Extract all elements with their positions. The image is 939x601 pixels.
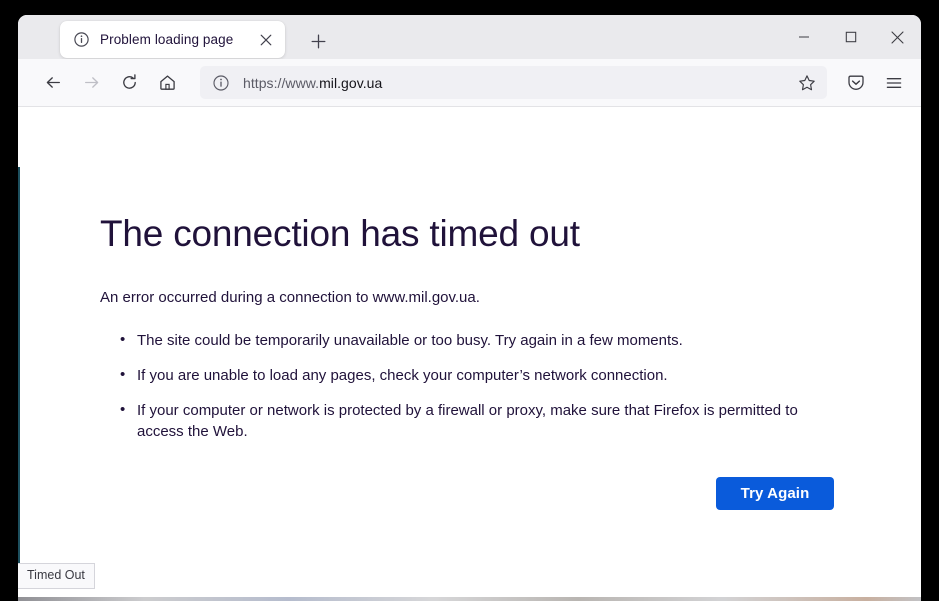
- forward-button[interactable]: [74, 66, 108, 100]
- minimize-button[interactable]: [780, 15, 827, 59]
- info-circle-icon[interactable]: [212, 74, 230, 92]
- error-page: The connection has timed out An error oc…: [100, 107, 845, 511]
- tab-title: Problem loading page: [100, 32, 234, 47]
- close-icon[interactable]: [256, 30, 276, 50]
- home-button[interactable]: [150, 66, 184, 100]
- back-button[interactable]: [36, 66, 70, 100]
- clipped-content-strip: [18, 597, 921, 601]
- browser-window: Problem loading page https://www.mil.gov…: [18, 15, 921, 601]
- hamburger-menu-icon[interactable]: [877, 66, 911, 100]
- url-input[interactable]: https://www.mil.gov.ua: [243, 75, 795, 91]
- reload-button[interactable]: [112, 66, 146, 100]
- window-controls: [780, 15, 921, 59]
- page-left-edge-accent: [18, 167, 20, 579]
- error-suggestion-list: The site could be temporarily unavailabl…: [100, 309, 845, 443]
- page-content: The connection has timed out An error oc…: [18, 107, 921, 601]
- bookmark-star-icon[interactable]: [795, 71, 819, 95]
- page-title: The connection has timed out: [100, 213, 580, 254]
- close-button[interactable]: [874, 15, 921, 59]
- navigation-toolbar: https://www.mil.gov.ua: [18, 59, 921, 107]
- toolbar-right-actions: [835, 66, 911, 100]
- info-circle-icon: [73, 31, 90, 48]
- url-bar[interactable]: https://www.mil.gov.ua: [200, 66, 827, 99]
- list-item: The site could be temporarily unavailabl…: [120, 329, 845, 352]
- list-item: If you are unable to load any pages, che…: [120, 364, 845, 387]
- list-item: If your computer or network is protected…: [120, 399, 845, 444]
- url-host: mil.gov.ua: [319, 74, 383, 91]
- tab-strip: Problem loading page: [18, 15, 921, 59]
- new-tab-button[interactable]: [306, 29, 330, 53]
- tab-problem-loading-page[interactable]: Problem loading page: [60, 21, 285, 58]
- pocket-icon[interactable]: [839, 66, 873, 100]
- url-scheme: https://www.: [243, 74, 320, 91]
- error-actions: Try Again: [100, 456, 845, 511]
- status-tooltip: Timed Out: [18, 563, 95, 589]
- try-again-button[interactable]: Try Again: [716, 477, 834, 511]
- maximize-button[interactable]: [827, 15, 874, 59]
- error-intro-text: An error occurred during a connection to…: [100, 288, 480, 306]
